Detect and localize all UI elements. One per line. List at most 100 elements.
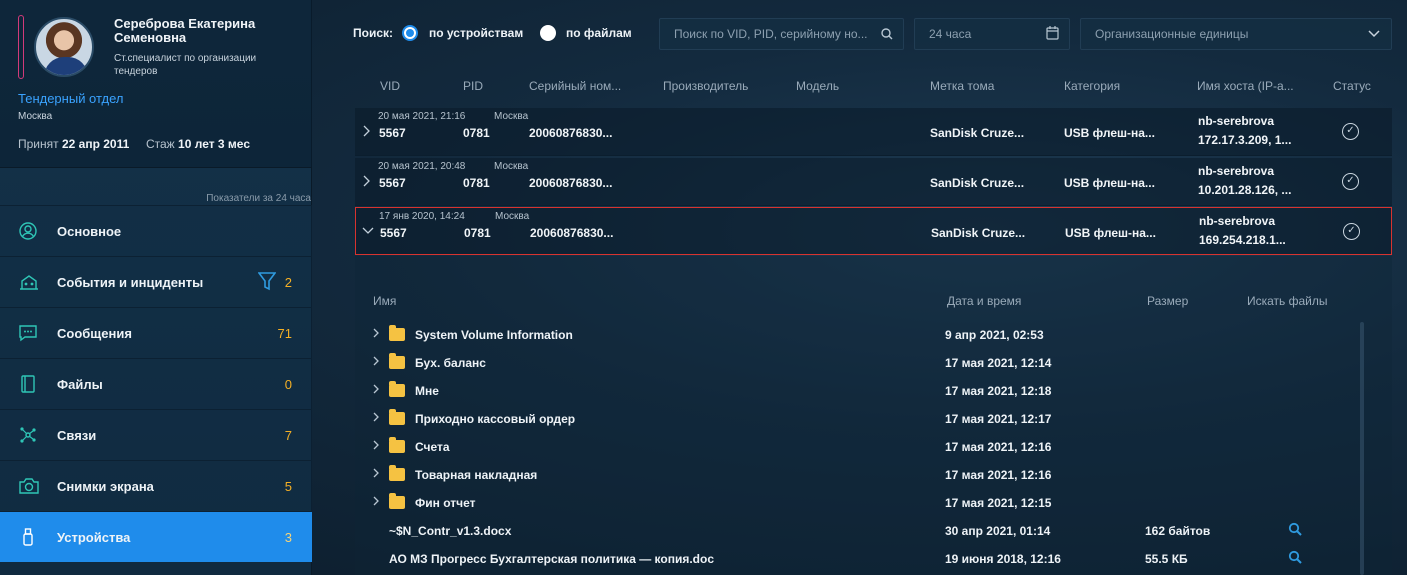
- folder-row[interactable]: Счета 17 мая 2021, 12:16: [355, 433, 1355, 461]
- chevron-right-icon[interactable]: [372, 467, 380, 482]
- column-header-vid[interactable]: VID: [380, 79, 400, 93]
- folder-row[interactable]: Мне 17 мая 2021, 12:18: [355, 377, 1355, 405]
- chevron-right-icon[interactable]: [372, 355, 380, 370]
- row-date: 17 янв 2020, 14:24: [379, 211, 465, 222]
- folder-row[interactable]: System Volume Information 9 апр 2021, 02…: [355, 321, 1355, 349]
- row-category: USB флеш-на...: [1065, 226, 1156, 240]
- device-files-panel: Имя Дата и время Размер Искать файлы Sys…: [355, 256, 1392, 575]
- table-row[interactable]: 20 мая 2021, 21:16 Москва 5567 0781 2006…: [355, 108, 1392, 156]
- sidebar-item-events[interactable]: События и инциденты 2: [0, 256, 312, 307]
- folder-row[interactable]: Бух. баланс 17 мая 2021, 12:14: [355, 349, 1355, 377]
- folder-icon: [389, 409, 405, 425]
- folder-icon: [389, 465, 405, 481]
- sidebar-item-links[interactable]: Связи 7: [0, 409, 312, 460]
- radio-devices[interactable]: [402, 25, 418, 41]
- org-units-select[interactable]: Организационные единицы: [1080, 18, 1392, 50]
- table-row-selected[interactable]: 17 янв 2020, 14:24 Москва 5567 0781 2006…: [355, 207, 1392, 255]
- sidebar-item-messages[interactable]: Сообщения 71: [0, 307, 312, 358]
- sidebar-item-screenshots[interactable]: Снимки экрана 5: [0, 460, 312, 511]
- folder-row[interactable]: Товарная накладная 17 мая 2021, 12:16: [355, 461, 1355, 489]
- column-header-pid[interactable]: PID: [463, 79, 483, 93]
- column-header-volume-label[interactable]: Метка тома: [930, 79, 994, 93]
- chevron-right-icon[interactable]: [372, 327, 380, 342]
- sidebar-item-count: 71: [277, 325, 292, 341]
- chevron-right-icon[interactable]: [372, 439, 380, 454]
- radio-devices-label[interactable]: по устройствам: [429, 26, 523, 40]
- usb-icon: [18, 527, 38, 547]
- file-icon: [18, 374, 38, 394]
- search-icon[interactable]: [1288, 522, 1302, 539]
- chevron-right-icon[interactable]: [372, 383, 380, 398]
- row-pid: 0781: [463, 126, 490, 140]
- files-scrollbar[interactable]: [1360, 322, 1364, 575]
- sidebar-item-label: События и инциденты: [57, 274, 204, 290]
- folder-row[interactable]: Приходно кассовый ордер 17 мая 2021, 12:…: [355, 405, 1355, 433]
- profile-city: Москва: [18, 111, 53, 122]
- column-header-model[interactable]: Модель: [796, 79, 839, 93]
- file-date: 17 мая 2021, 12:15: [945, 496, 1052, 510]
- row-serial: 20060876830...: [529, 126, 613, 140]
- file-name: Мне: [415, 384, 439, 398]
- radio-files[interactable]: [540, 25, 556, 41]
- files-header-size[interactable]: Размер: [1147, 294, 1188, 308]
- sidebar-item-label: Сообщения: [57, 325, 132, 341]
- row-date: 20 мая 2021, 21:16: [378, 111, 466, 122]
- sidebar-item-devices[interactable]: Устройства 3: [0, 511, 312, 562]
- column-header-hostname[interactable]: Имя хоста (IP-а...: [1197, 79, 1294, 93]
- row-volume-label: SanDisk Cruze...: [930, 176, 1025, 190]
- sidebar-item-label: Связи: [57, 427, 97, 443]
- chevron-right-icon[interactable]: [372, 411, 380, 426]
- row-volume-label: SanDisk Cruze...: [930, 126, 1025, 140]
- folder-icon: [389, 381, 405, 397]
- avatar[interactable]: [34, 17, 94, 77]
- sidebar-item-main[interactable]: Основное: [0, 205, 312, 256]
- row-category: USB флеш-на...: [1064, 176, 1155, 190]
- folder-row[interactable]: Фин отчет 17 мая 2021, 12:15: [355, 489, 1355, 517]
- chevron-down-icon[interactable]: [362, 225, 374, 240]
- chevron-right-icon[interactable]: [372, 495, 380, 510]
- search-icon[interactable]: [1288, 550, 1302, 567]
- file-row[interactable]: ~$N_Contr_v1.3.docx 30 апр 2021, 01:14 1…: [355, 517, 1355, 545]
- file-name: Приходно кассовый ордер: [415, 412, 576, 426]
- row-host: nb-serebrova: [1198, 114, 1275, 128]
- file-size: 162 байтов: [1145, 524, 1211, 538]
- chevron-down-icon: [1367, 19, 1381, 60]
- file-name: System Volume Information: [415, 328, 573, 342]
- file-date: 17 мая 2021, 12:16: [945, 440, 1052, 454]
- sidebar-item-files[interactable]: Файлы 0: [0, 358, 312, 409]
- chevron-right-icon[interactable]: [361, 125, 371, 140]
- row-vid: 5567: [379, 126, 406, 140]
- column-header-vendor[interactable]: Производитель: [663, 79, 748, 93]
- search-input[interactable]: Поиск по VID, PID, серийному но...: [659, 18, 904, 50]
- period-picker[interactable]: 24 часа: [914, 18, 1070, 50]
- profile-role: Ст.специалист по организации тендеров: [114, 53, 257, 77]
- department-link[interactable]: Тендерный отдел: [18, 91, 124, 106]
- sidebar-item-count: 2: [284, 274, 292, 290]
- row-serial: 20060876830...: [530, 226, 614, 240]
- files-header-name[interactable]: Имя: [373, 294, 396, 308]
- search-bar: Поиск: по устройствам по файлам Поиск по…: [353, 18, 1392, 50]
- chevron-right-icon[interactable]: [361, 175, 371, 190]
- search-label: Поиск:: [353, 26, 394, 40]
- radio-files-label[interactable]: по файлам: [566, 26, 632, 40]
- files-header-date[interactable]: Дата и время: [947, 294, 1021, 308]
- row-ip: 10.201.28.126, ...: [1198, 183, 1292, 197]
- row-city: Москва: [494, 111, 529, 122]
- file-row[interactable]: АО МЗ Прогресс Бухгалтерская политика — …: [355, 545, 1355, 573]
- tenure-label: Стаж: [145, 137, 175, 151]
- profile-card: Сереброва Екатерина Семеновна Ст.специал…: [0, 0, 312, 168]
- camera-icon: [18, 476, 39, 496]
- table-row[interactable]: 20 мая 2021, 20:48 Москва 5567 0781 2006…: [355, 158, 1392, 206]
- column-header-status[interactable]: Статус: [1333, 79, 1371, 93]
- hired-info: Принят 22 апр 2011 Стаж 10 лет 3 мес: [18, 137, 250, 151]
- row-ip: 172.17.3.209, 1...: [1198, 133, 1292, 147]
- row-vid: 5567: [379, 176, 406, 190]
- filter-icon[interactable]: [257, 271, 277, 291]
- column-header-serial[interactable]: Серийный ном...: [529, 79, 621, 93]
- file-name: Фин отчет: [415, 496, 476, 510]
- row-serial: 20060876830...: [529, 176, 613, 190]
- row-pid: 0781: [464, 226, 491, 240]
- folder-icon: [389, 325, 405, 341]
- file-date: 9 апр 2021, 02:53: [945, 328, 1044, 342]
- column-header-category[interactable]: Категория: [1064, 79, 1120, 93]
